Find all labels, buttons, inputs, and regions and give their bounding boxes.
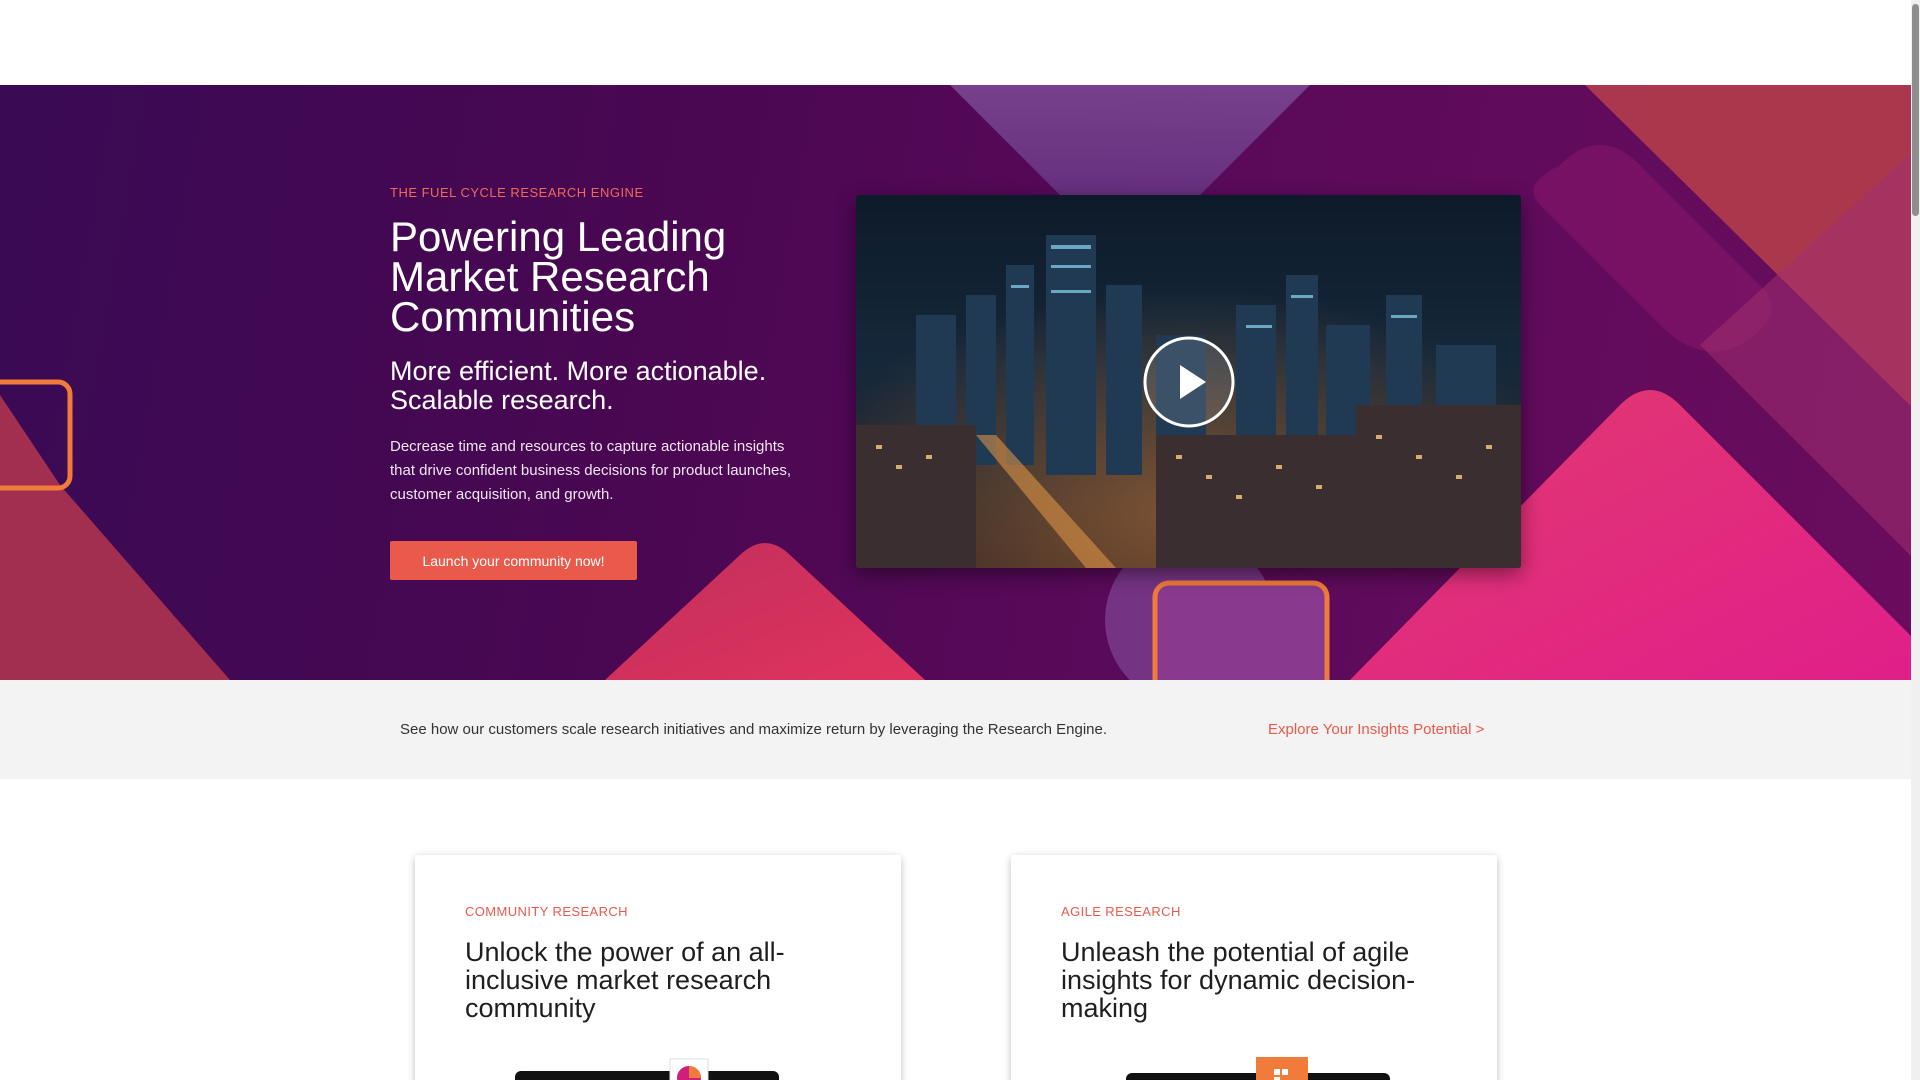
hero-title: Powering Leading Market Research Communi… [390,213,727,340]
video-player[interactable] [856,195,1521,568]
customer-strip: See how our customers scale research ini… [0,680,1920,779]
launch-community-button[interactable]: Launch your community now! [390,541,637,580]
card-title: Unleash the potential of agile insights … [1061,937,1416,1023]
hero-eyebrow: THE FUEL CYCLE RESEARCH ENGINE [390,185,644,200]
agile-product-image [1126,1057,1390,1080]
scrollbar-thumb[interactable] [1912,4,1919,216]
card-title: Unlock the power of an all-inclusive mar… [465,937,785,1023]
strip-text: See how our customers scale research ini… [400,721,1108,738]
hero-subtitle: More efficient. More actionable. Scalabl… [390,356,767,415]
card-eyebrow: COMMUNITY RESEARCH [465,904,628,919]
play-icon[interactable] [1142,335,1236,429]
top-navigation-bar [0,0,1920,85]
community-research-card[interactable]: COMMUNITY RESEARCH Unlock the power of a… [415,855,901,1080]
agile-research-card[interactable]: AGILE RESEARCH Unleash the potential of … [1011,855,1497,1080]
explore-insights-link[interactable]: Explore Your Insights Potential > [1268,721,1484,738]
community-product-image [515,1058,779,1080]
card-eyebrow: AGILE RESEARCH [1061,904,1181,919]
hero-description: Decrease time and resources to capture a… [390,438,792,503]
hero-section: THE FUEL CYCLE RESEARCH ENGINE Powering … [0,85,1920,680]
